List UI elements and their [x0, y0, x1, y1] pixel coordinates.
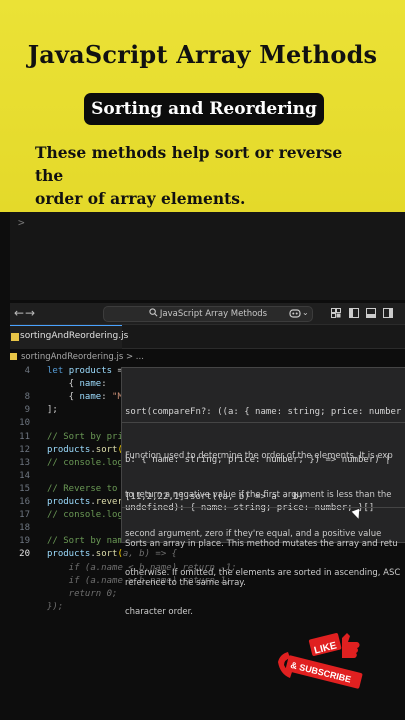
banner-title: JavaScript Array Methods	[27, 40, 378, 69]
search-icon	[149, 308, 158, 317]
command-center-search[interactable]: JavaScript Array Methods	[103, 306, 313, 322]
like-subscribe-badge: LIKE & SUBSCRIBE	[278, 633, 363, 689]
layout-icon[interactable]	[331, 308, 341, 318]
code-token: products	[47, 444, 91, 455]
code-token: {	[47, 379, 80, 390]
tab-label: sortingAndReordering.js	[20, 331, 129, 341]
hover-separator	[121, 422, 405, 423]
line-number: 13	[19, 457, 30, 468]
code-token: // Reverse to	[47, 483, 118, 494]
hover-summary: Sorts an array in place. This method mut…	[125, 512, 405, 603]
line-number: 8	[24, 392, 30, 403]
line-number: 16	[19, 497, 30, 507]
banner-description-line-2: order of array elements.	[35, 189, 246, 208]
code-token: name	[79, 392, 102, 403]
code-line[interactable]: // Sort by nam	[47, 536, 123, 546]
code-token: // console.log	[47, 510, 123, 521]
line-number: 10	[19, 418, 30, 429]
description-line: character order.	[125, 607, 193, 617]
code-line[interactable]: });	[47, 602, 63, 612]
line-number: 17	[19, 510, 30, 521]
js-file-icon	[11, 333, 19, 341]
toggle-sidebar-icon[interactable]	[349, 308, 359, 318]
code-token: {	[47, 392, 80, 403]
code-token: products	[68, 366, 113, 376]
code-token: :	[101, 379, 113, 390]
code-token: // console.log	[47, 457, 123, 468]
line-number: 15	[19, 483, 30, 494]
hover-separator	[121, 507, 405, 508]
code-line[interactable]: // console.log	[47, 458, 123, 468]
code-line[interactable]: products.sort(	[47, 445, 123, 455]
banner-subtitle: Sorting and Reordering	[84, 93, 324, 125]
code-token: rever	[95, 497, 123, 507]
code-token: name	[79, 379, 102, 390]
line-number: 19	[19, 536, 30, 547]
back-button[interactable]: ←	[14, 306, 24, 320]
search-text: JavaScript Array Methods	[159, 309, 268, 319]
breadcrumb-file: sortingAndReordering.js	[21, 352, 124, 362]
description-line: Function used to determine the order of …	[125, 451, 393, 461]
code-token: return 0;	[47, 588, 118, 599]
line-number: 20	[19, 549, 30, 560]
banner-description-line-1: These methods help sort or reverse the	[35, 143, 343, 185]
toggle-panel-icon[interactable]	[366, 308, 376, 318]
code-token: sort	[95, 444, 118, 455]
code-line[interactable]: let products =	[47, 366, 128, 376]
code-line[interactable]: { name:	[47, 379, 112, 389]
code-line[interactable]: // console.log	[47, 510, 123, 520]
banner-description: These methods help sort or reverse the o…	[35, 141, 375, 210]
code-line[interactable]: return 0;	[47, 588, 118, 599]
breadcrumb[interactable]: sortingAndReordering.js > ...	[10, 352, 144, 362]
copilot-dropdown-icon[interactable]: ⌄	[302, 308, 309, 318]
code-line[interactable]: products.rever	[47, 497, 123, 507]
forward-button[interactable]: →	[25, 306, 35, 320]
line-number: 11	[19, 431, 30, 442]
code-line[interactable]: { name: "M	[47, 392, 123, 402]
thumbs-up-icon	[342, 633, 360, 658]
code-token: // Sort by nam	[47, 536, 123, 547]
code-token: ];	[47, 405, 58, 416]
code-token: let	[47, 366, 69, 376]
summary-line: Sorts an array in place. This method mut…	[125, 539, 398, 549]
js-file-icon	[10, 353, 17, 360]
code-line[interactable]: // Sort by pri	[47, 432, 123, 442]
code-token: products	[47, 497, 91, 507]
line-number: 14	[19, 470, 30, 481]
hover-example: [11,2,22,1].sort((a, b) => a - b)	[125, 492, 304, 502]
breadcrumb-rest: > ...	[125, 352, 144, 362]
code-line[interactable]: // Reverse to	[47, 484, 117, 494]
signature-line-1: sort(compareFn?: ((a: { name: string; pr…	[125, 407, 402, 417]
code-token: products	[47, 549, 91, 560]
copilot-icon[interactable]	[289, 308, 301, 318]
line-number: 4	[24, 366, 30, 376]
code-token: sort	[95, 549, 118, 560]
line-number: 12	[19, 444, 30, 455]
code-token: :	[101, 392, 113, 403]
code-token: // Sort by pri	[47, 431, 123, 442]
terminal-prompt: >	[18, 216, 25, 229]
toggle-secondary-sidebar-icon[interactable]	[383, 308, 393, 318]
code-token: });	[47, 601, 64, 612]
line-number: 9	[24, 405, 30, 416]
line-number: 18	[19, 523, 30, 534]
code-line[interactable]: ];	[47, 405, 58, 415]
summary-line: reference to the same array.	[125, 578, 246, 588]
terminal-panel	[10, 212, 405, 300]
